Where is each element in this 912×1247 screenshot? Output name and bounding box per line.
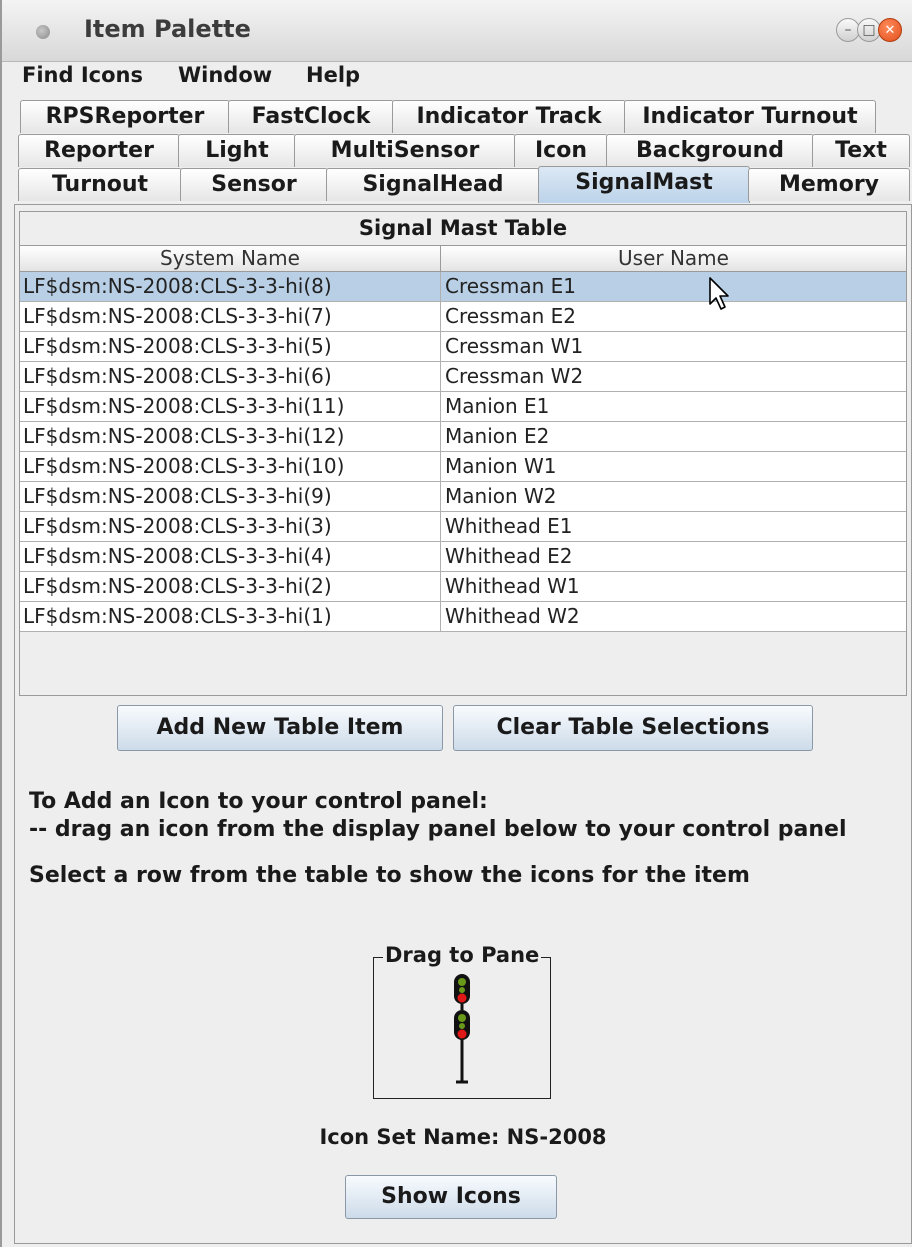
- cell-system-name: LF$dsm:NS-2008:CLS-3-3-hi(11): [20, 392, 441, 421]
- cell-user-name: Cressman E2: [445, 304, 577, 328]
- table-row[interactable]: LF$dsm:NS-2008:CLS-3-3-hi(6) Cressman W2: [20, 362, 906, 392]
- window-menu-icon[interactable]: [36, 25, 50, 39]
- cell-system-name: LF$dsm:NS-2008:CLS-3-3-hi(1): [20, 602, 441, 631]
- table-row[interactable]: LF$dsm:NS-2008:CLS-3-3-hi(9) Manion W2: [20, 482, 906, 512]
- instruction-line-1: To Add an Icon to your control panel:: [29, 789, 488, 814]
- tab-strip: RPSReporter FastClock Indicator Track In…: [14, 100, 912, 205]
- tab-sensor[interactable]: Sensor: [180, 168, 328, 201]
- cell-system-name: LF$dsm:NS-2008:CLS-3-3-hi(4): [20, 542, 441, 571]
- menu-help[interactable]: Help: [306, 62, 360, 88]
- instruction-line-3: Select a row from the table to show the …: [29, 863, 750, 888]
- add-new-table-item-button[interactable]: Add New Table Item: [117, 705, 443, 751]
- menu-find-icons[interactable]: Find Icons: [22, 62, 143, 88]
- tab-rpsreporter[interactable]: RPSReporter: [20, 100, 230, 133]
- cell-user-name: Manion W1: [445, 454, 557, 478]
- cell-system-name: LF$dsm:NS-2008:CLS-3-3-hi(2): [20, 572, 441, 601]
- instruction-line-2: -- drag an icon from the display panel b…: [29, 817, 847, 842]
- table-row[interactable]: LF$dsm:NS-2008:CLS-3-3-hi(10) Manion W1: [20, 452, 906, 482]
- cell-user-name: Cressman W1: [445, 334, 584, 358]
- column-header-system-name[interactable]: System Name: [20, 246, 441, 271]
- cell-system-name: LF$dsm:NS-2008:CLS-3-3-hi(10): [20, 452, 441, 481]
- cell-system-name: LF$dsm:NS-2008:CLS-3-3-hi(7): [20, 302, 441, 331]
- cell-system-name: LF$dsm:NS-2008:CLS-3-3-hi(12): [20, 422, 441, 451]
- menu-bar: Find Icons Window Help: [2, 62, 912, 96]
- window-controls: – □ ✕: [836, 18, 902, 42]
- cell-user-name: Manion E2: [445, 424, 550, 448]
- table-row[interactable]: LF$dsm:NS-2008:CLS-3-3-hi(7) Cressman E2: [20, 302, 906, 332]
- cell-system-name: LF$dsm:NS-2008:CLS-3-3-hi(8): [20, 272, 441, 301]
- tab-indicator-track[interactable]: Indicator Track: [392, 100, 626, 133]
- cell-user-name: Cressman W2: [445, 364, 584, 388]
- signal-mast-table-panel: Signal Mast Table System Name User Name …: [19, 211, 907, 696]
- column-header-user-name[interactable]: User Name: [441, 246, 906, 271]
- tab-memory[interactable]: Memory: [748, 168, 910, 201]
- table-row[interactable]: LF$dsm:NS-2008:CLS-3-3-hi(11) Manion E1: [20, 392, 906, 422]
- table-row[interactable]: LF$dsm:NS-2008:CLS-3-3-hi(5) Cressman W1: [20, 332, 906, 362]
- table-title: Signal Mast Table: [358, 216, 568, 240]
- tab-background[interactable]: Background: [606, 134, 814, 167]
- tab-reporter[interactable]: Reporter: [18, 134, 180, 167]
- table-row[interactable]: LF$dsm:NS-2008:CLS-3-3-hi(12) Manion E2: [20, 422, 906, 452]
- tab-turnout[interactable]: Turnout: [18, 168, 182, 201]
- cell-user-name: Cressman E1: [445, 274, 577, 298]
- drag-to-pane-panel: [373, 957, 551, 1099]
- cell-user-name: Whithead W1: [445, 574, 580, 598]
- cell-user-name: Whithead E1: [445, 514, 573, 538]
- table-row[interactable]: LF$dsm:NS-2008:CLS-3-3-hi(3) Whithead E1: [20, 512, 906, 542]
- table-row[interactable]: LF$dsm:NS-2008:CLS-3-3-hi(8) Cressman E1: [20, 272, 906, 302]
- window-title: Item Palette: [84, 15, 251, 43]
- cell-system-name: LF$dsm:NS-2008:CLS-3-3-hi(3): [20, 512, 441, 541]
- signal-mast-table: System Name User Name LF$dsm:NS-2008:CLS…: [20, 245, 906, 632]
- tab-icon[interactable]: Icon: [514, 134, 608, 167]
- close-icon[interactable]: ✕: [878, 18, 902, 42]
- show-icons-button[interactable]: Show Icons: [345, 1175, 557, 1219]
- tab-multisensor[interactable]: MultiSensor: [294, 134, 516, 167]
- tab-signalmast[interactable]: SignalMast: [538, 166, 750, 203]
- table-header: System Name User Name: [20, 245, 906, 272]
- signal-mast-icon[interactable]: [442, 968, 482, 1088]
- mouse-cursor-icon: [709, 277, 729, 310]
- drag-to-pane-title: Drag to Pane: [383, 943, 542, 967]
- signalmast-panel: Signal Mast Table System Name User Name …: [14, 204, 912, 1244]
- tab-light[interactable]: Light: [178, 134, 296, 167]
- cell-system-name: LF$dsm:NS-2008:CLS-3-3-hi(6): [20, 362, 441, 391]
- clear-table-selections-button[interactable]: Clear Table Selections: [453, 705, 813, 751]
- menu-window[interactable]: Window: [178, 62, 272, 88]
- tab-text[interactable]: Text: [812, 134, 910, 167]
- cell-user-name: Manion E1: [445, 394, 550, 418]
- cell-system-name: LF$dsm:NS-2008:CLS-3-3-hi(5): [20, 332, 441, 361]
- cell-user-name: Manion W2: [445, 484, 557, 508]
- tab-indicator-turnout[interactable]: Indicator Turnout: [624, 100, 876, 133]
- table-row[interactable]: LF$dsm:NS-2008:CLS-3-3-hi(1) Whithead W2: [20, 602, 906, 632]
- tab-signalhead[interactable]: SignalHead: [326, 168, 540, 201]
- title-bar[interactable]: Item Palette – □ ✕: [2, 0, 912, 62]
- item-palette-window: Item Palette – □ ✕ Find Icons Window Hel…: [0, 0, 912, 1247]
- cell-user-name: Whithead E2: [445, 544, 573, 568]
- cell-system-name: LF$dsm:NS-2008:CLS-3-3-hi(9): [20, 482, 441, 511]
- cell-user-name: Whithead W2: [445, 604, 580, 628]
- table-row[interactable]: LF$dsm:NS-2008:CLS-3-3-hi(4) Whithead E2: [20, 542, 906, 572]
- icon-set-name: Icon Set Name: NS-2008: [319, 1125, 607, 1149]
- tab-fastclock[interactable]: FastClock: [228, 100, 394, 133]
- table-row[interactable]: LF$dsm:NS-2008:CLS-3-3-hi(2) Whithead W1: [20, 572, 906, 602]
